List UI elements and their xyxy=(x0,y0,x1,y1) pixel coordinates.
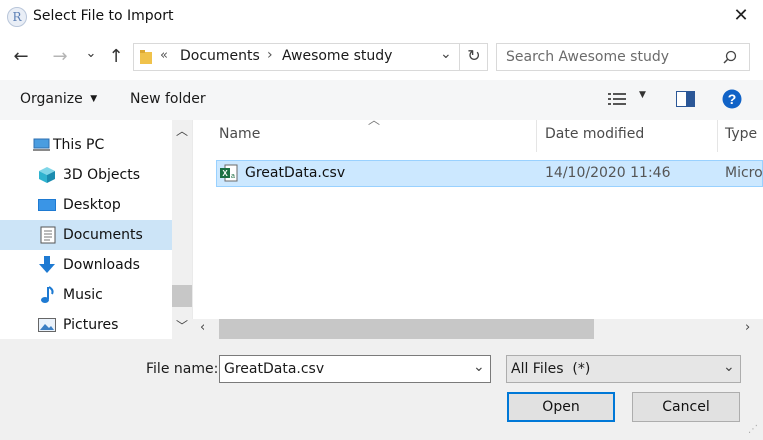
organize-dropdown-icon: ▼ xyxy=(90,94,98,104)
file-type-dropdown-chevron-icon[interactable]: ⌄ xyxy=(723,359,735,375)
sidebar-item-music[interactable]: Music xyxy=(0,280,172,310)
change-view-icon[interactable] xyxy=(608,92,628,106)
file-name-label: File name: xyxy=(146,361,219,377)
music-note-icon xyxy=(41,286,54,303)
resize-grip-icon[interactable]: ⋰ xyxy=(748,424,758,435)
sidebar-item-documents[interactable]: Documents xyxy=(0,220,172,250)
file-row-selected[interactable]: X a GreatData.csv 14/10/2020 11:46 Micro xyxy=(216,160,763,187)
sidebar-item-downloads[interactable]: Downloads xyxy=(0,250,172,280)
breadcrumb-overflow-icon[interactable]: « xyxy=(160,48,168,63)
organize-button[interactable]: Organize ▼ xyxy=(20,91,97,107)
title-bar: R Select File to Import ✕ xyxy=(0,0,763,36)
address-dropdown-chevron-icon[interactable]: ⌄ xyxy=(440,46,452,62)
svg-text:X: X xyxy=(222,169,228,178)
sort-ascending-icon: ︿ xyxy=(368,113,381,127)
refresh-icon[interactable]: ↻ xyxy=(459,43,488,71)
window-title: Select File to Import xyxy=(33,8,174,24)
horizontal-scroll-thumb[interactable] xyxy=(219,319,594,339)
scroll-down-chevron-icon[interactable]: ﹀ xyxy=(176,317,188,334)
sidebar-item-3d-objects[interactable]: 3D Objects xyxy=(0,160,172,190)
file-name-input[interactable]: GreatData.csv ⌄ xyxy=(219,355,491,383)
sidebar-item-label: Pictures xyxy=(63,317,119,333)
scroll-left-chevron-icon[interactable]: ‹ xyxy=(200,320,205,335)
desktop-icon xyxy=(38,199,56,211)
r-app-icon: R xyxy=(7,7,27,27)
open-button[interactable]: Open xyxy=(507,392,615,422)
file-list-pane xyxy=(192,120,763,339)
picture-icon xyxy=(38,318,56,332)
up-arrow-icon[interactable]: ↑ xyxy=(105,44,127,70)
download-arrow-icon xyxy=(39,256,55,273)
file-type-select[interactable]: All Files (*) ⌄ xyxy=(506,355,741,383)
excel-csv-file-icon: X a xyxy=(220,164,238,182)
type-cell: Micro xyxy=(725,165,763,181)
cube-icon xyxy=(39,167,55,183)
help-icon[interactable]: ? xyxy=(722,89,742,109)
organize-label: Organize xyxy=(20,91,83,107)
sidebar-item-label: 3D Objects xyxy=(63,167,141,183)
sidebar-item-label: Downloads xyxy=(63,257,140,273)
svg-text:a: a xyxy=(231,173,235,180)
folder-icon xyxy=(140,50,152,64)
column-header-name[interactable]: Name xyxy=(219,126,260,142)
pc-icon xyxy=(33,138,50,151)
view-options-dropdown-icon[interactable]: ▼ xyxy=(639,90,646,100)
sidebar-scrollbar[interactable]: ︿ ﹀ xyxy=(172,120,192,339)
sidebar-item-label: Music xyxy=(63,287,103,303)
breadcrumb-separator-icon: › xyxy=(267,47,273,63)
column-divider[interactable] xyxy=(536,120,537,152)
sidebar-item-desktop[interactable]: Desktop xyxy=(0,190,172,220)
file-type-value: All Files (*) xyxy=(511,361,591,377)
search-icon xyxy=(723,50,737,64)
search-placeholder: Search Awesome study xyxy=(506,49,670,65)
cancel-button[interactable]: Cancel xyxy=(632,392,740,422)
close-icon[interactable]: ✕ xyxy=(730,5,752,27)
column-header-date-modified[interactable]: Date modified xyxy=(545,126,644,142)
file-name-cell: GreatData.csv xyxy=(245,165,346,181)
new-folder-button[interactable]: New folder xyxy=(130,91,206,107)
scroll-up-chevron-icon[interactable]: ︿ xyxy=(176,122,188,139)
breadcrumb-documents[interactable]: Documents xyxy=(180,48,260,64)
navigation-pane: This PC 3D Objects Desktop Documents Dow… xyxy=(0,120,192,339)
column-divider[interactable] xyxy=(717,120,718,152)
sidebar-scroll-thumb[interactable] xyxy=(172,285,192,307)
preview-pane-icon[interactable] xyxy=(676,91,695,107)
search-input[interactable]: Search Awesome study xyxy=(496,43,750,71)
address-bar[interactable]: « Documents › Awesome study ⌄ xyxy=(133,43,488,71)
document-icon xyxy=(40,226,56,244)
file-name-dropdown-chevron-icon[interactable]: ⌄ xyxy=(473,359,485,375)
sidebar-item-this-pc[interactable]: This PC xyxy=(0,130,172,160)
svg-text:?: ? xyxy=(728,91,737,107)
file-name-value: GreatData.csv xyxy=(224,361,325,377)
column-header-type[interactable]: Type xyxy=(725,126,757,142)
forward-arrow-icon[interactable]: → xyxy=(49,44,71,70)
sidebar-item-label: Desktop xyxy=(63,197,121,213)
command-bar: Organize ▼ New folder ▼ ? xyxy=(0,80,763,120)
breadcrumb-awesome-study[interactable]: Awesome study xyxy=(282,48,392,64)
scroll-right-chevron-icon[interactable]: › xyxy=(745,320,750,335)
recent-locations-chevron-icon[interactable]: ⌄ xyxy=(80,41,102,67)
sidebar-item-pictures[interactable]: Pictures xyxy=(0,310,172,340)
date-modified-cell: 14/10/2020 11:46 xyxy=(545,165,671,181)
back-arrow-icon[interactable]: ← xyxy=(10,44,32,70)
sidebar-item-label: This PC xyxy=(53,137,105,153)
sidebar-item-label: Documents xyxy=(63,227,143,243)
